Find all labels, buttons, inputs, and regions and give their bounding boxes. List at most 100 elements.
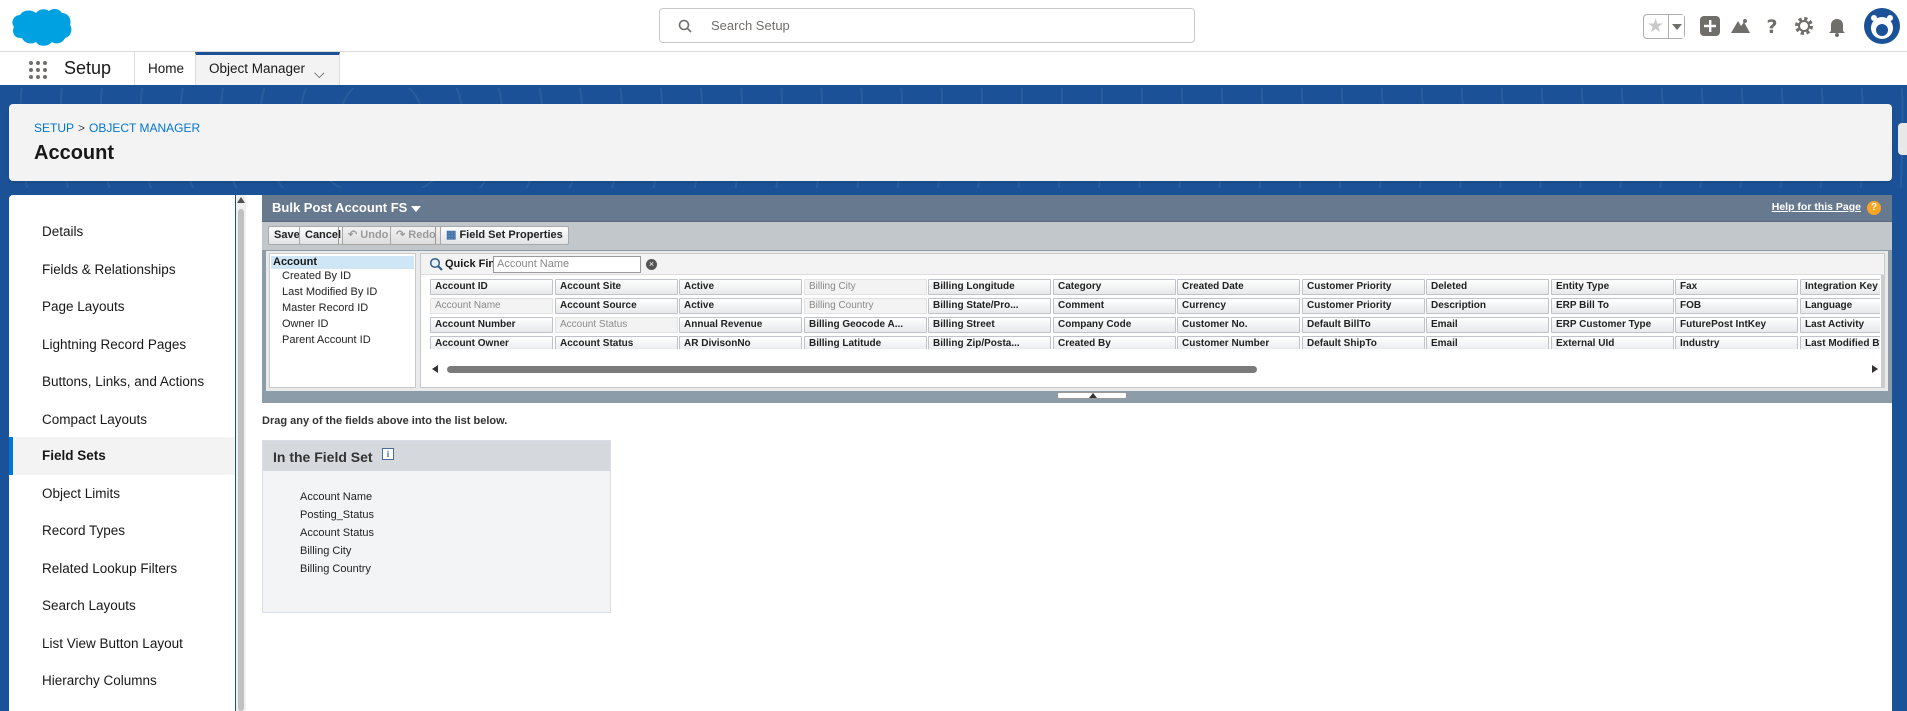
breadcrumb-object-manager[interactable]: OBJECT MANAGER: [89, 121, 200, 135]
avatar[interactable]: [1864, 8, 1900, 44]
palette-horizontal-scrollbar[interactable]: [430, 363, 1880, 375]
salesforce-cloud-logo[interactable]: [10, 7, 72, 47]
sidebar-item-buttons-links-actions[interactable]: Buttons, Links, and Actions: [9, 363, 235, 401]
tree-item[interactable]: Created By ID: [282, 270, 351, 282]
sidebar-item-fields-relationships[interactable]: Fields & Relationships: [9, 251, 235, 289]
field-palette-item[interactable]: Active: [679, 298, 802, 314]
sidebar-item-list-view-button-layout[interactable]: List View Button Layout: [9, 625, 235, 663]
palette-scroll-thumb[interactable]: [447, 366, 1257, 373]
field-set-item[interactable]: Posting_Status: [300, 509, 374, 521]
dropdown-icon[interactable]: [411, 205, 422, 212]
undo-button[interactable]: ↶ Undo: [342, 226, 395, 245]
favorites-button[interactable]: ★: [1643, 14, 1685, 39]
app-launcher-icon[interactable]: [29, 61, 47, 79]
field-palette-item[interactable]: Company Code: [1053, 317, 1176, 333]
field-palette-item[interactable]: AR DivisonNo: [679, 336, 802, 349]
sidebar-item-field-sets[interactable]: Field Sets: [9, 437, 235, 475]
field-palette-item[interactable]: FOB: [1675, 298, 1798, 314]
field-set-item[interactable]: Billing City: [300, 545, 351, 557]
field-palette-item[interactable]: Created Date: [1177, 279, 1300, 295]
field-palette-item[interactable]: Entity Type: [1551, 279, 1674, 295]
field-palette-item[interactable]: Email: [1426, 336, 1549, 349]
field-set-item[interactable]: Account Name: [300, 491, 372, 503]
collapse-palette-handle[interactable]: [1057, 392, 1127, 399]
field-palette-item[interactable]: Description: [1426, 298, 1549, 314]
palette-vertical-scrollbar[interactable]: [1881, 275, 1885, 387]
field-palette-item[interactable]: Last Activity: [1800, 317, 1880, 333]
field-palette-item[interactable]: Industry: [1675, 336, 1798, 349]
field-palette-item[interactable]: Billing Latitude: [804, 336, 927, 349]
field-palette-item[interactable]: ERP Bill To: [1551, 298, 1674, 314]
scroll-up-arrow-icon[interactable]: [237, 197, 245, 203]
field-palette-item[interactable]: Default BillTo: [1302, 317, 1425, 333]
side-panel-handle[interactable]: [1898, 123, 1907, 155]
sidebar-scrollbar[interactable]: [236, 195, 246, 711]
scroll-left-arrow-icon[interactable]: [432, 365, 438, 373]
field-palette-item[interactable]: FuturePost IntKey: [1675, 317, 1798, 333]
field-palette-item[interactable]: Billing City: [804, 279, 927, 295]
breadcrumb-setup[interactable]: SETUP: [34, 121, 74, 135]
sidebar-item-details[interactable]: Details: [9, 213, 235, 251]
tree-item[interactable]: Master Record ID: [282, 302, 368, 314]
add-icon[interactable]: [1699, 15, 1721, 37]
field-palette-item[interactable]: Billing Longitude: [928, 279, 1051, 295]
field-palette-item[interactable]: Last Modified By: [1800, 336, 1880, 349]
info-icon[interactable]: i: [382, 448, 394, 460]
sidebar-item-page-layouts[interactable]: Page Layouts: [9, 288, 235, 326]
tree-item-account[interactable]: Account: [271, 256, 414, 269]
quick-find-input[interactable]: Account Name: [493, 256, 641, 273]
field-palette-item[interactable]: Account Owner: [430, 336, 553, 349]
field-palette-item[interactable]: Language: [1800, 298, 1880, 314]
field-palette-item[interactable]: ERP Customer Type: [1551, 317, 1674, 333]
field-palette-item[interactable]: Account Number: [430, 317, 553, 333]
field-set-title[interactable]: Bulk Post Account FS: [272, 200, 422, 215]
tree-item[interactable]: Owner ID: [282, 318, 328, 330]
field-palette-item[interactable]: Active: [679, 279, 802, 295]
chevron-down-icon[interactable]: ⌵: [314, 59, 325, 87]
tab-home[interactable]: Home: [134, 52, 195, 85]
field-palette-item[interactable]: Billing Zip/Posta...: [928, 336, 1051, 349]
field-palette-item[interactable]: Account Status: [555, 336, 678, 349]
field-palette-item[interactable]: Deleted: [1426, 279, 1549, 295]
sidebar-item-record-types[interactable]: Record Types: [9, 512, 235, 550]
cancel-button[interactable]: Cancel: [299, 226, 348, 245]
field-palette-item[interactable]: Billing State/Pro...: [928, 298, 1051, 314]
field-palette-item[interactable]: Category: [1053, 279, 1176, 295]
field-palette-item[interactable]: Account Name: [430, 298, 553, 314]
field-palette-item[interactable]: External UId: [1551, 336, 1674, 349]
help-icon[interactable]: ?: [1761, 15, 1783, 37]
field-palette-item[interactable]: Account Status: [555, 317, 678, 333]
field-palette-item[interactable]: Customer No.: [1177, 317, 1300, 333]
search-box[interactable]: Search Setup: [659, 8, 1195, 43]
field-palette-item[interactable]: Account ID: [430, 279, 553, 295]
sidebar-scroll-thumb[interactable]: [238, 209, 244, 711]
gear-icon[interactable]: [1793, 15, 1815, 37]
help-question-icon[interactable]: ?: [1867, 201, 1881, 215]
field-palette-item[interactable]: Billing Country: [804, 298, 927, 314]
field-set-item[interactable]: Billing Country: [300, 563, 371, 575]
sidebar-item-object-limits[interactable]: Object Limits: [9, 475, 235, 513]
bell-icon[interactable]: [1826, 15, 1848, 37]
field-palette-item[interactable]: Fax: [1675, 279, 1798, 295]
field-palette-item[interactable]: Customer Priority: [1302, 279, 1425, 295]
field-palette-item[interactable]: Email: [1426, 317, 1549, 333]
sidebar-item-compact-layouts[interactable]: Compact Layouts: [9, 401, 235, 439]
sidebar-item-search-layouts[interactable]: Search Layouts: [9, 587, 235, 625]
field-palette-item[interactable]: Comment: [1053, 298, 1176, 314]
favorites-dropdown-icon[interactable]: [1668, 15, 1684, 38]
search-input[interactable]: Search Setup: [711, 18, 790, 33]
sidebar-item-lightning-record-pages[interactable]: Lightning Record Pages: [9, 326, 235, 364]
trailhead-icon[interactable]: [1729, 15, 1751, 37]
field-palette-item[interactable]: Customer Number: [1177, 336, 1300, 349]
field-palette-item[interactable]: Billing Street: [928, 317, 1051, 333]
field-set-properties-button[interactable]: ▦ Field Set Properties: [440, 226, 569, 245]
tree-item[interactable]: Parent Account ID: [282, 334, 371, 346]
field-palette-item[interactable]: Account Site: [555, 279, 678, 295]
field-palette-item[interactable]: Created By: [1053, 336, 1176, 349]
field-palette-item[interactable]: Currency: [1177, 298, 1300, 314]
redo-button[interactable]: ↷ Redo: [390, 226, 442, 245]
help-link[interactable]: Help for this Page: [1772, 201, 1861, 213]
field-palette-item[interactable]: Account Source: [555, 298, 678, 314]
tab-object-manager[interactable]: Object Manager ⌵: [195, 52, 340, 85]
field-palette-item[interactable]: Billing Geocode A...: [804, 317, 927, 333]
